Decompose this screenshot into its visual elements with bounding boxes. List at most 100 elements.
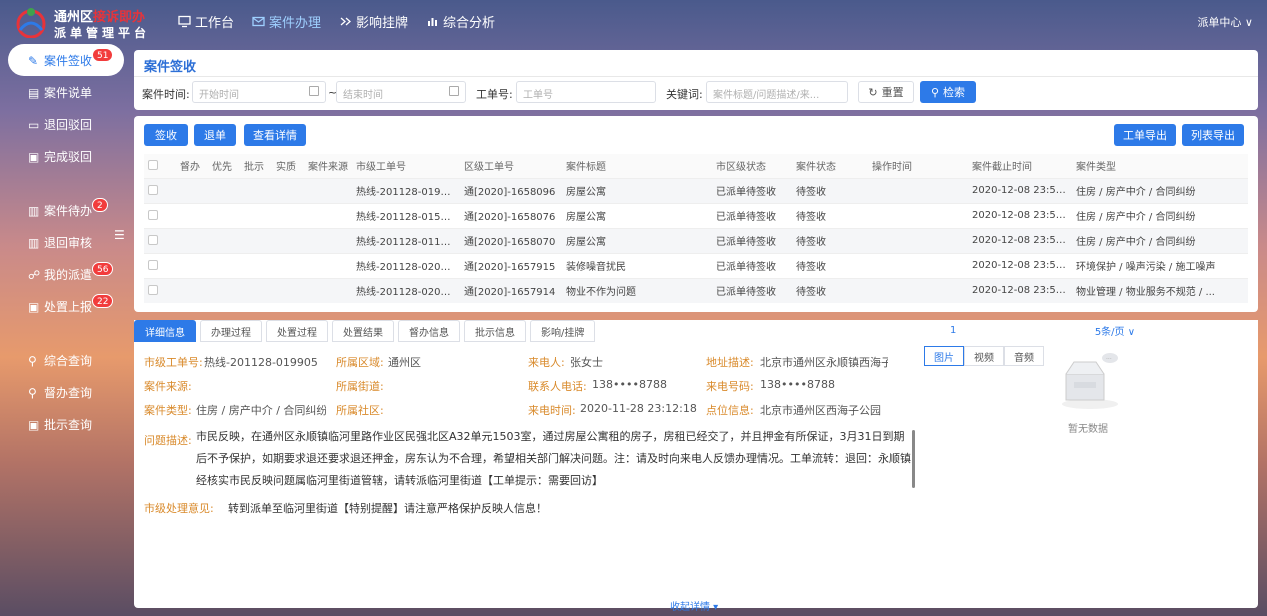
table-row[interactable]: 热线-201128-020566 通[2020]-1657914 物业不作为问题 已派… bbox=[144, 277, 1248, 303]
caller-value: 张女士 bbox=[570, 356, 603, 369]
collapse-menu-icon[interactable]: ☰ bbox=[114, 228, 125, 242]
sidebar-item-case-explain[interactable]: ▤ 案件说单 bbox=[8, 76, 124, 108]
prev-page-button[interactable]: < bbox=[930, 322, 942, 338]
return-button[interactable]: 退单 bbox=[194, 124, 236, 146]
export-order-button[interactable]: 工单导出 bbox=[1114, 124, 1176, 146]
page-size-select[interactable]: 5条/页 ∨ bbox=[1089, 322, 1141, 338]
opinion-text: 转到派单至临河里街道【特别提醒】请注意严格保护反映人信息！ bbox=[228, 502, 547, 515]
sidebar-item-instruction-query[interactable]: ▣ 批示查询 bbox=[8, 408, 124, 440]
sidebar-item-return-review[interactable]: ▥ 退回审核 bbox=[8, 226, 124, 258]
sign-button[interactable]: 签收 bbox=[144, 124, 188, 146]
tab-detail-info[interactable]: 详细信息 bbox=[134, 320, 196, 342]
empty-box-icon: ··· bbox=[1062, 353, 1118, 409]
tab-video[interactable]: 视频 bbox=[964, 346, 1004, 366]
col-priority: 优先 bbox=[208, 154, 240, 178]
sidebar-item-return-reject[interactable]: ▭ 退回驳回 bbox=[8, 108, 124, 140]
select-all-cell[interactable] bbox=[144, 154, 176, 178]
tab-audio[interactable]: 音频 bbox=[1004, 346, 1044, 366]
problem-label: 问题描述: bbox=[144, 434, 192, 447]
row-checkbox[interactable] bbox=[148, 235, 158, 245]
nav-workbench[interactable]: 工作台 bbox=[178, 12, 234, 31]
description-scrollbar[interactable] bbox=[912, 430, 915, 488]
start-time-input[interactable]: 开始时间 bbox=[192, 81, 326, 103]
page-4[interactable]: 4 bbox=[998, 322, 1010, 338]
logo-mark-icon bbox=[16, 8, 46, 38]
col-case-status: 案件状态 bbox=[792, 154, 868, 178]
row-checkbox[interactable] bbox=[148, 260, 158, 270]
search-icon: ⚲ bbox=[28, 354, 37, 368]
sidebar-item-case-sign[interactable]: ✎ 案件签收 51 bbox=[8, 44, 124, 76]
jump-label: 前往 bbox=[1145, 326, 1166, 338]
reset-button[interactable]: ↻ 重置 bbox=[858, 81, 914, 103]
table-row[interactable]: 热线-201128-011640 通[2020]-1658070 房屋公寓 已派单待签… bbox=[144, 227, 1248, 253]
tab-instruction-info[interactable]: 批示信息 bbox=[464, 320, 526, 342]
nav-case-handling[interactable]: 案件办理 bbox=[252, 12, 321, 31]
call-time-label: 来电时间: bbox=[528, 404, 576, 417]
view-detail-button[interactable]: 查看详情 bbox=[244, 124, 306, 146]
row-checkbox[interactable] bbox=[148, 210, 158, 220]
top-nav: 工作台 案件办理 影响挂牌 综合分析 bbox=[178, 12, 495, 31]
tab-supervise-info[interactable]: 督办信息 bbox=[398, 320, 460, 342]
jump-page-input[interactable] bbox=[1170, 322, 1199, 338]
page-ellipsis[interactable]: ••• bbox=[1032, 322, 1050, 338]
divider bbox=[134, 76, 1258, 77]
link-icon bbox=[340, 17, 352, 26]
page-3[interactable]: 3 bbox=[981, 322, 993, 338]
empty-text: 暂无数据 bbox=[1068, 424, 1108, 435]
source-label: 案件来源: bbox=[144, 380, 192, 393]
logo-subtitle: 派单管理平台 bbox=[54, 26, 151, 40]
sidebar-item-my-dispatch[interactable]: ☍ 我的派遣 56 bbox=[8, 258, 124, 290]
search-button[interactable]: ⚲ 检索 bbox=[920, 81, 976, 103]
call-time-value: 2020-11-28 23:12:18 bbox=[580, 402, 697, 415]
caller-number-label: 来电号码: bbox=[706, 380, 754, 393]
order-input[interactable]: 工单号 bbox=[516, 81, 656, 103]
table-row[interactable]: 热线-201128-019905 通[2020]-1658096 房屋公寓 已派单待签… bbox=[144, 177, 1248, 203]
page-title: 案件签收 bbox=[144, 60, 197, 75]
tab-disposal-result[interactable]: 处置结果 bbox=[332, 320, 394, 342]
page-2[interactable]: 2 bbox=[964, 322, 976, 338]
badge-count: 56 bbox=[92, 262, 114, 276]
export-list-button[interactable]: 列表导出 bbox=[1182, 124, 1244, 146]
row-checkbox[interactable] bbox=[148, 285, 158, 296]
table-row[interactable]: 热线-201128-020006 通[2020]-1657915 装修噪音扰民 已派单… bbox=[144, 252, 1248, 278]
next-page-button[interactable]: > bbox=[1073, 322, 1085, 338]
col-source: 案件来源 bbox=[304, 154, 352, 178]
sidebar-item-supervise-query[interactable]: ⚲ 督办查询 bbox=[8, 376, 124, 408]
time-label: 案件时间: bbox=[142, 88, 190, 101]
badge-count: 51 bbox=[92, 48, 114, 62]
nav-impact-listing[interactable]: 影响挂牌 bbox=[339, 12, 408, 31]
detail-tabs: 详细信息 办理过程 处置过程 处置结果 督办信息 批示信息 影响/挂牌 bbox=[134, 320, 596, 342]
tab-impact-listing[interactable]: 影响/挂牌 bbox=[530, 320, 596, 342]
tab-image[interactable]: 图片 bbox=[924, 346, 964, 366]
sidebar-item-general-query[interactable]: ⚲ 综合查询 bbox=[8, 344, 124, 376]
community-label: 所属社区: bbox=[336, 404, 384, 417]
users-icon: ☍ bbox=[28, 268, 41, 282]
tab-disposal-process[interactable]: 处置过程 bbox=[266, 320, 328, 342]
logo: 通州区接诉即办 派单管理平台 bbox=[14, 4, 164, 40]
collapse-detail-button[interactable]: 收起详情 ▾ bbox=[670, 598, 718, 613]
bar-chart-icon bbox=[428, 18, 438, 26]
sidebar-item-case-todo[interactable]: ▥ 案件待办 2 bbox=[8, 194, 124, 226]
badge-count: 22 bbox=[92, 294, 114, 308]
clipboard-icon: ▥ bbox=[28, 204, 40, 218]
select-all-checkbox[interactable] bbox=[148, 160, 158, 171]
page-5[interactable]: 5 bbox=[1015, 322, 1027, 338]
nav-analysis[interactable]: 综合分析 bbox=[426, 12, 495, 31]
table-row[interactable]: 热线-201128-015437 通[2020]-1658076 房屋公寓 已派单待签… bbox=[144, 202, 1248, 228]
row-checkbox[interactable] bbox=[148, 185, 158, 195]
sidebar-item-finish-reject[interactable]: ▣ 完成驳回 bbox=[8, 140, 124, 172]
sidebar-item-report[interactable]: ▣ 处置上报 22 bbox=[8, 290, 124, 322]
page-1[interactable]: 1 bbox=[947, 322, 960, 338]
case-table-panel: 签收 退单 查看详情 工单导出 列表导出 督办 优先 批示 实质 案件来源 市级… bbox=[134, 116, 1258, 312]
calendar-icon bbox=[309, 86, 319, 96]
keyword-input[interactable]: 案件标题/问题描述/来... bbox=[706, 81, 848, 103]
folder-icon: ▭ bbox=[28, 118, 40, 132]
end-time-input[interactable]: 结束时间 bbox=[336, 81, 466, 103]
logo-title: 通州区接诉即办 bbox=[54, 10, 146, 25]
user-menu[interactable]: 派单中心 ∨ bbox=[1197, 14, 1253, 30]
tab-process[interactable]: 办理过程 bbox=[200, 320, 262, 342]
phone-value: 138••••8788 bbox=[592, 378, 667, 391]
col-deadline: 案件截止时间 bbox=[968, 154, 1072, 178]
square-icon: ▣ bbox=[28, 150, 40, 164]
page-11[interactable]: 11 bbox=[1055, 322, 1068, 338]
